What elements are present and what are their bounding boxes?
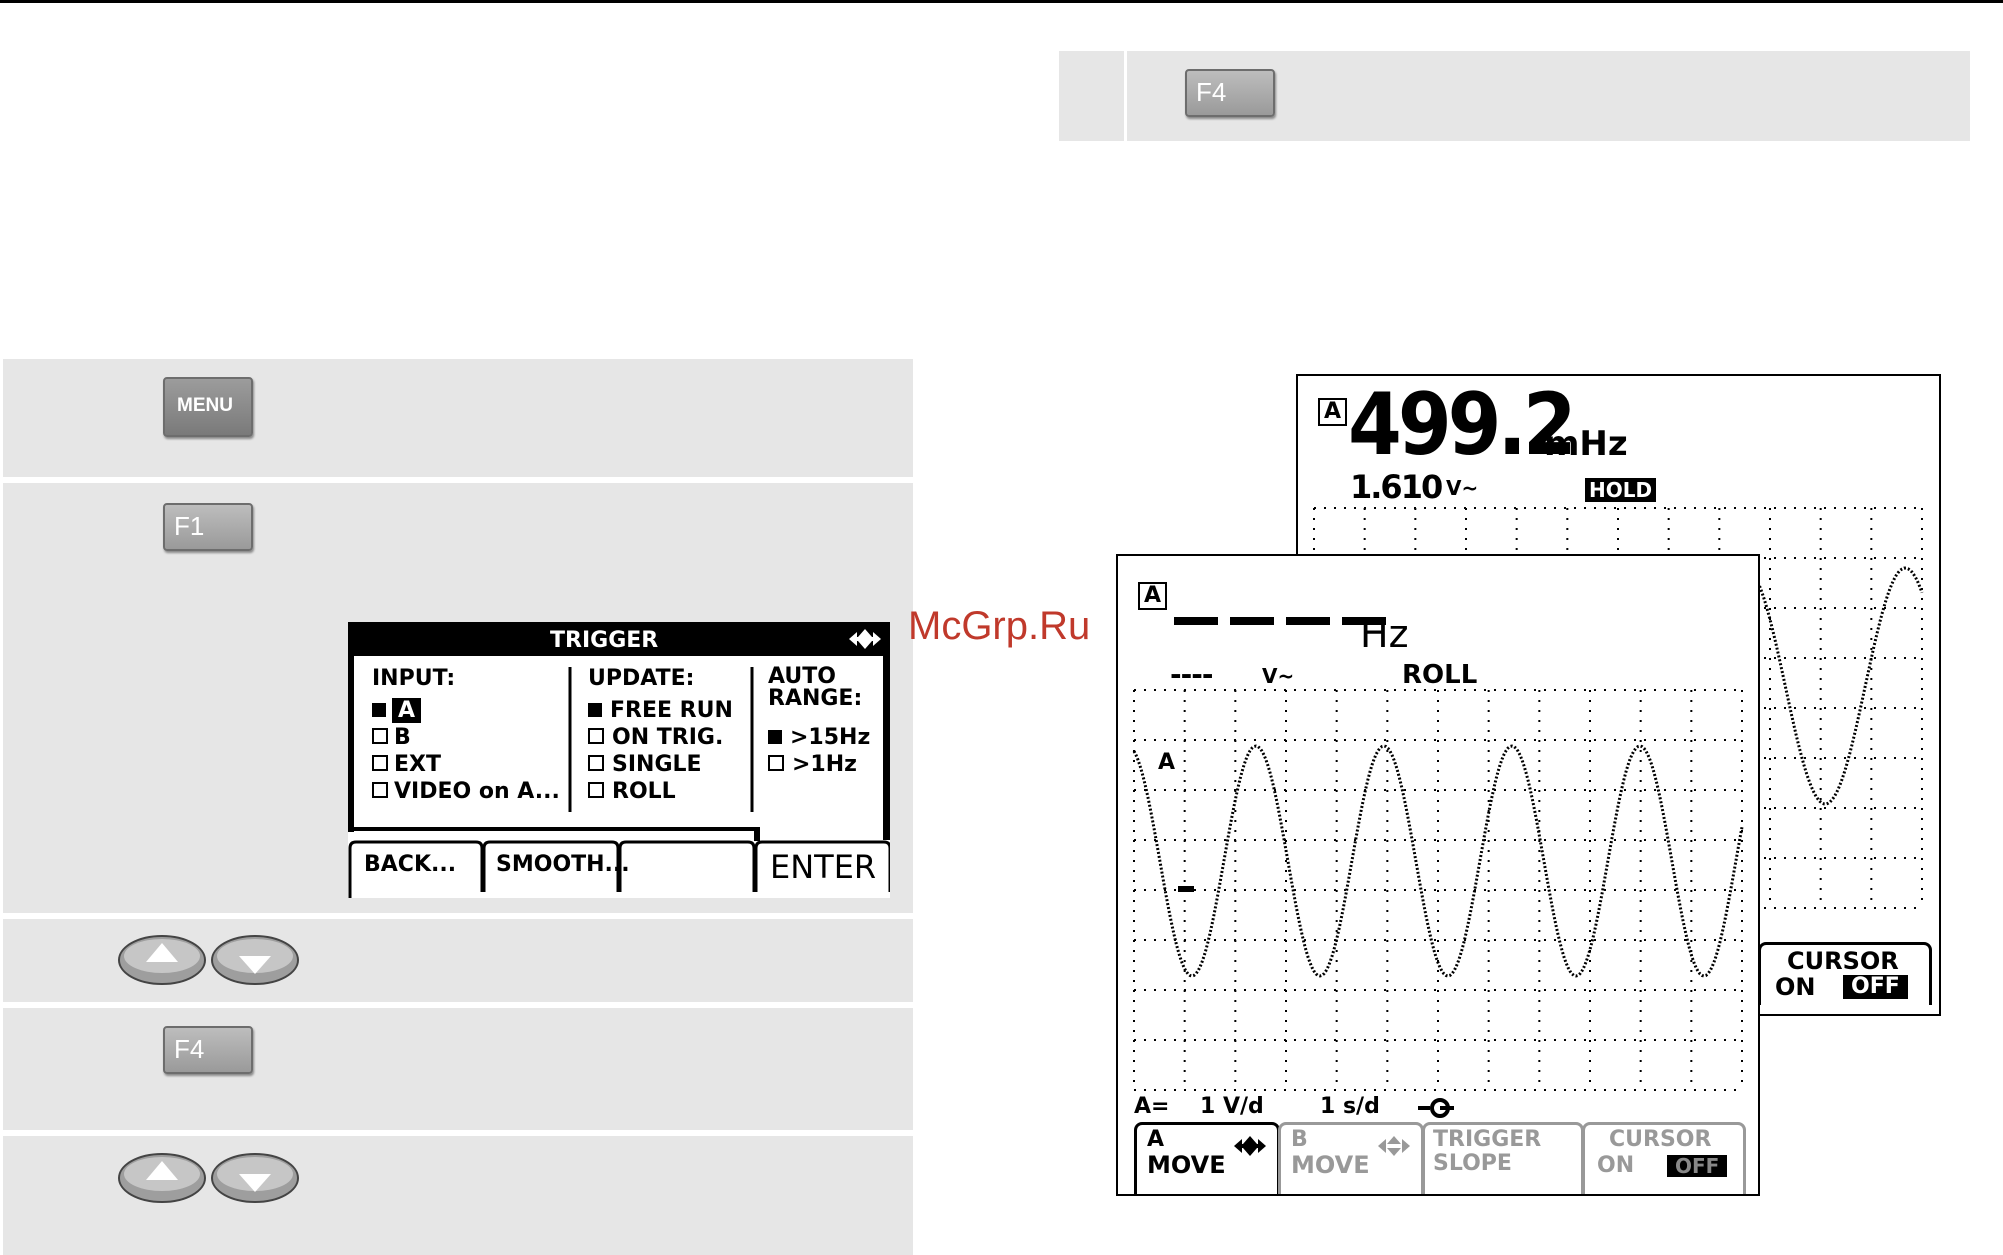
trigger-menu-title: TRIGGER [550,628,659,653]
back-sub-reading: 1.610 [1350,468,1443,506]
back-cursor-on: ON [1775,973,1816,1001]
update-option-roll[interactable]: ROLL [588,779,733,806]
unchecked-box-icon [372,782,388,798]
back-cursor-softkey[interactable]: CURSOR ON OFF [1758,942,1932,1005]
front-channel-badge: A [1138,582,1168,610]
update-option-single[interactable]: SINGLE [588,752,733,779]
ground-level-marker [1178,886,1194,892]
back-channel-badge: A [1318,398,1348,426]
softkey-back[interactable]: BACK... [364,852,456,877]
f4-key-lower[interactable]: F4 [163,1026,253,1074]
update-option-free-run[interactable]: FREE RUN [588,698,733,725]
menu-key[interactable]: MENU [163,377,253,437]
input-option-ext[interactable]: EXT [372,752,560,779]
unchecked-box-icon [588,728,604,744]
autorange-header-1: AUTO [768,664,836,689]
softkey-trigger-line1: TRIGGER [1433,1127,1542,1152]
f1-key[interactable]: F1 [163,503,253,551]
arrow-keys-group-1 [118,935,299,985]
trigger-menu-screen: TRIGGER INPUT: A B EXT VIDEO on A... UPD… [348,622,890,898]
front-softkey-trigger-slope[interactable]: TRIGGER SLOPE [1422,1122,1584,1194]
front-main-reading [1174,610,1386,629]
input-option-video[interactable]: VIDEO on A... [372,779,560,806]
input-option-b[interactable]: B [372,725,560,752]
top-rule [0,0,2003,3]
softkey-trigger-line2: SLOPE [1433,1151,1512,1176]
autorange-option-15hz[interactable]: >15Hz [768,725,870,752]
four-way-arrow-icon [1378,1136,1410,1156]
front-trace-label: A [1158,750,1176,775]
checked-box-icon [768,730,782,744]
softkey-b-line1: B [1291,1127,1308,1152]
up-arrow-key[interactable] [118,1153,206,1203]
menu-key-label: MENU [177,395,233,416]
input-header: INPUT: [372,666,456,691]
back-sub-unit: V~ [1446,476,1479,500]
f1-key-label: F1 [174,511,205,541]
front-scope-screen: A Hz ---- V~ ROLL A A= 1 V/d 1 s/d A MOV… [1116,554,1760,1196]
autorange-header-2: RANGE: [768,686,863,711]
front-softkey-a-move[interactable]: A MOVE [1134,1122,1280,1194]
softkey-b-line2: MOVE [1291,1151,1370,1179]
unchecked-box-icon [768,755,784,771]
back-cursor-off: OFF [1843,975,1908,999]
front-sub-reading: ---- [1170,658,1213,691]
front-mode: ROLL [1402,660,1478,690]
four-way-arrow-icon [1234,1136,1266,1156]
softkey-cursor-line3: OFF [1667,1155,1728,1177]
step-band-menu [3,359,913,477]
back-main-reading: 499.2 [1348,375,1577,475]
down-arrow-key[interactable] [211,935,299,985]
front-status-channel: A= [1134,1094,1170,1119]
checked-box-icon [588,703,602,717]
four-way-arrow-icon [849,629,881,649]
update-option-on-trig[interactable]: ON TRIG. [588,725,733,752]
waveform-trace [1756,566,1924,806]
unchecked-box-icon [588,782,604,798]
up-arrow-key[interactable] [118,935,206,985]
front-volts-div: 1 V/d [1200,1094,1264,1119]
softkey-cursor-line1: CURSOR [1609,1127,1712,1152]
step-band-f4 [3,1008,913,1130]
checked-box-icon [372,703,386,717]
autorange-option-1hz[interactable]: >1Hz [768,752,870,779]
input-options: A B EXT VIDEO on A... [372,698,560,806]
softkey-cursor-line2: ON [1597,1153,1635,1178]
softkey-a-line1: A [1147,1127,1165,1152]
update-options: FREE RUN ON TRIG. SINGLE ROLL [588,698,733,806]
unchecked-box-icon [588,755,604,771]
f4-key-label: F4 [1196,77,1227,107]
unchecked-box-icon [372,755,388,771]
softkey-smooth[interactable]: SMOOTH... [496,852,630,877]
front-time-div: 1 s/d [1320,1094,1380,1119]
down-arrow-key[interactable] [211,1153,299,1203]
back-unit: mHz [1544,424,1628,464]
front-softkey-b-move[interactable]: B MOVE [1278,1122,1424,1194]
autorange-options: >15Hz >1Hz [768,725,870,779]
front-unit: Hz [1360,612,1409,656]
band-divider [1124,51,1127,141]
input-option-a[interactable]: A [372,698,560,725]
front-sub-unit: V~ [1262,664,1295,688]
arrow-keys-group-2 [118,1153,299,1203]
watermark: McGrp.Ru [908,604,1091,648]
unchecked-box-icon [372,728,388,744]
softkey-a-line2: MOVE [1147,1151,1226,1179]
f4-key-lower-label: F4 [174,1034,205,1064]
softkey-enter[interactable]: ENTER [770,848,876,886]
back-cursor-label: CURSOR [1787,947,1899,975]
update-header: UPDATE: [588,666,695,691]
trigger-roll-icon [1418,1098,1454,1118]
back-hold-badge: HOLD [1585,478,1657,502]
f4-key-top[interactable]: F4 [1185,69,1275,117]
front-softkey-cursor[interactable]: CURSOR ON OFF [1582,1122,1746,1194]
